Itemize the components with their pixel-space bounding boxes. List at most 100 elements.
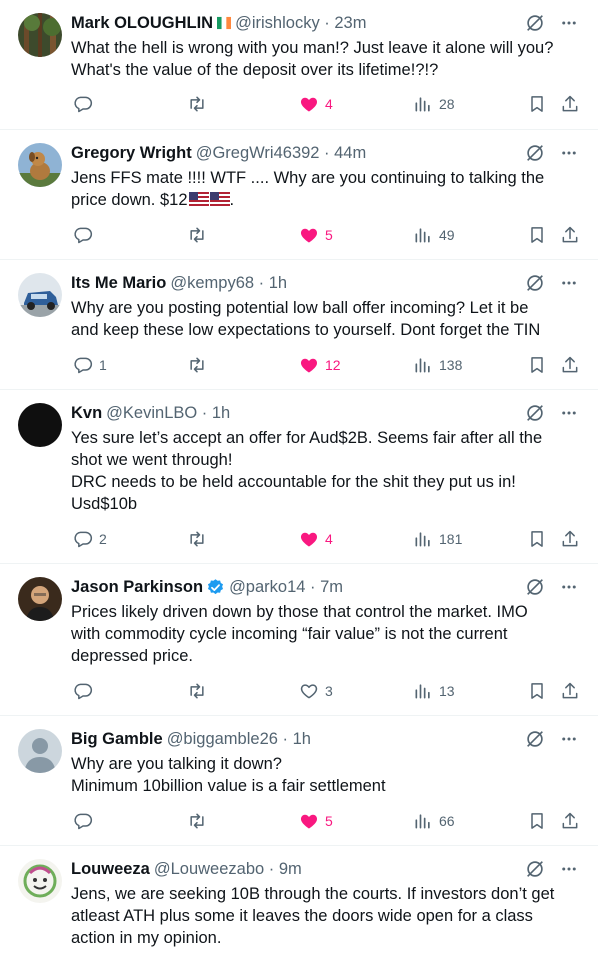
post-gregory-wright[interactable]: Gregory Wright @GregWri46392 · 44m Jens … (0, 130, 598, 260)
reply-button[interactable] (73, 225, 99, 245)
bookmark-button[interactable] (527, 225, 547, 245)
bookmark-icon (531, 683, 543, 699)
repost-button[interactable] (187, 681, 213, 701)
like-button[interactable]: 5 (299, 225, 333, 245)
avatar[interactable] (18, 729, 62, 773)
share-button[interactable] (560, 225, 580, 245)
repost-icon (190, 813, 204, 829)
share-button[interactable] (560, 529, 580, 549)
post-its-me-mario[interactable]: Its Me Mario @kempy68 · 1h Why are you p… (0, 260, 598, 390)
action-bar: 5 66 (71, 811, 581, 831)
avatar[interactable] (18, 859, 62, 903)
author-name[interactable]: Kvn (71, 404, 102, 423)
like-button[interactable]: 4 (299, 94, 333, 114)
action-bar: 2 4 181 (71, 529, 581, 549)
more-options-icon[interactable] (560, 404, 578, 422)
repost-button[interactable] (187, 355, 213, 375)
bookmark-icon (531, 813, 543, 829)
like-button[interactable]: 5 (299, 811, 333, 831)
more-options-icon[interactable] (560, 578, 578, 596)
more-options-icon[interactable] (560, 274, 578, 292)
grok-icon[interactable] (524, 576, 546, 598)
author-name[interactable]: Its Me Mario (71, 274, 166, 293)
more-options-icon[interactable] (560, 730, 578, 748)
post-header: Gregory Wright @GregWri46392 · 44m (71, 142, 578, 164)
repost-button[interactable] (187, 225, 213, 245)
views-button[interactable]: 66 (413, 811, 455, 831)
reply-button[interactable] (73, 681, 99, 701)
share-icon (562, 812, 578, 829)
views-button[interactable]: 49 (413, 225, 455, 245)
author-name[interactable]: Gregory Wright (71, 144, 192, 163)
reply-button[interactable] (73, 811, 99, 831)
share-button[interactable] (560, 681, 580, 701)
repost-button[interactable] (187, 94, 213, 114)
bookmark-button[interactable] (527, 811, 547, 831)
like-button[interactable]: 3 (299, 681, 333, 701)
share-button[interactable] (560, 355, 580, 375)
views-icon (415, 228, 430, 243)
avatar[interactable] (18, 13, 62, 57)
share-icon (562, 226, 578, 243)
author-handle-time[interactable]: @Louweezabo · 9m (154, 860, 302, 879)
like-button[interactable]: 12 (299, 355, 341, 375)
author-handle-time[interactable]: @irishlocky · 23m (235, 14, 366, 33)
avatar[interactable] (18, 577, 62, 621)
post-kvn[interactable]: Kvn @KevinLBO · 1h Yes sure let’s accept… (0, 390, 598, 564)
bookmark-button[interactable] (527, 355, 547, 375)
reply-icon (74, 227, 93, 244)
author-handle-time[interactable]: @GregWri46392 · 44m (196, 144, 367, 163)
grok-icon[interactable] (524, 12, 546, 34)
post-text: Why are you talking it down? Minimum 10b… (71, 755, 386, 795)
more-options-icon[interactable] (560, 144, 578, 162)
post-jason-parkinson[interactable]: Jason Parkinson @parko14 · 7m Prices lik… (0, 564, 598, 716)
reply-button[interactable]: 1 (73, 355, 107, 375)
views-button[interactable]: 181 (413, 529, 462, 549)
grok-icon[interactable] (524, 728, 546, 750)
heart-filled-icon (300, 532, 318, 547)
grok-icon[interactable] (524, 402, 546, 424)
repost-button[interactable] (187, 529, 213, 549)
post-mark-oloughlin[interactable]: Mark OLOUGHLIN @irishlocky · 23m What th… (0, 0, 598, 130)
author-handle-time[interactable]: @parko14 · 7m (229, 578, 343, 597)
heart-filled-icon (300, 358, 318, 373)
action-bar: 4 28 (71, 94, 581, 114)
post-header: Big Gamble @biggamble26 · 1h (71, 728, 578, 750)
author-handle-time[interactable]: @biggamble26 · 1h (167, 730, 311, 749)
avatar[interactable] (18, 403, 62, 447)
author-handle-time[interactable]: @kempy68 · 1h (170, 274, 287, 293)
post-louweeza[interactable]: Louweeza @Louweezabo · 9m Jens, we are s… (0, 846, 598, 954)
grok-icon[interactable] (524, 858, 546, 880)
heart-filled-icon (300, 814, 318, 829)
avatar[interactable] (18, 143, 62, 187)
reply-button[interactable]: 2 (73, 529, 107, 549)
heart-filled-icon (300, 228, 318, 243)
author-name[interactable]: Jason Parkinson (71, 578, 203, 597)
bookmark-button[interactable] (527, 681, 547, 701)
post-header: Louweeza @Louweezabo · 9m (71, 858, 578, 880)
author-handle-time[interactable]: @KevinLBO · 1h (106, 404, 230, 423)
grok-icon[interactable] (524, 142, 546, 164)
post-text: Jens FFS mate !!!! WTF .... Why are you … (71, 169, 545, 209)
more-options-icon[interactable] (560, 860, 578, 878)
share-icon (562, 530, 578, 547)
post-text: What the hell is wrong with you man!? Ju… (71, 39, 554, 79)
reply-button[interactable] (73, 94, 99, 114)
views-button[interactable]: 28 (413, 94, 455, 114)
post-big-gamble[interactable]: Big Gamble @biggamble26 · 1h Why are you… (0, 716, 598, 846)
author-name[interactable]: Louweeza (71, 860, 150, 879)
more-options-icon[interactable] (560, 14, 578, 32)
bookmark-button[interactable] (527, 529, 547, 549)
author-name[interactable]: Mark OLOUGHLIN (71, 14, 213, 33)
share-button[interactable] (560, 94, 580, 114)
us-flag-icon (209, 192, 230, 206)
repost-button[interactable] (187, 811, 213, 831)
bookmark-button[interactable] (527, 94, 547, 114)
views-button[interactable]: 138 (413, 355, 462, 375)
share-button[interactable] (560, 811, 580, 831)
like-button[interactable]: 4 (299, 529, 333, 549)
views-button[interactable]: 13 (413, 681, 455, 701)
author-name[interactable]: Big Gamble (71, 730, 163, 749)
grok-icon[interactable] (524, 272, 546, 294)
avatar[interactable] (18, 273, 62, 317)
